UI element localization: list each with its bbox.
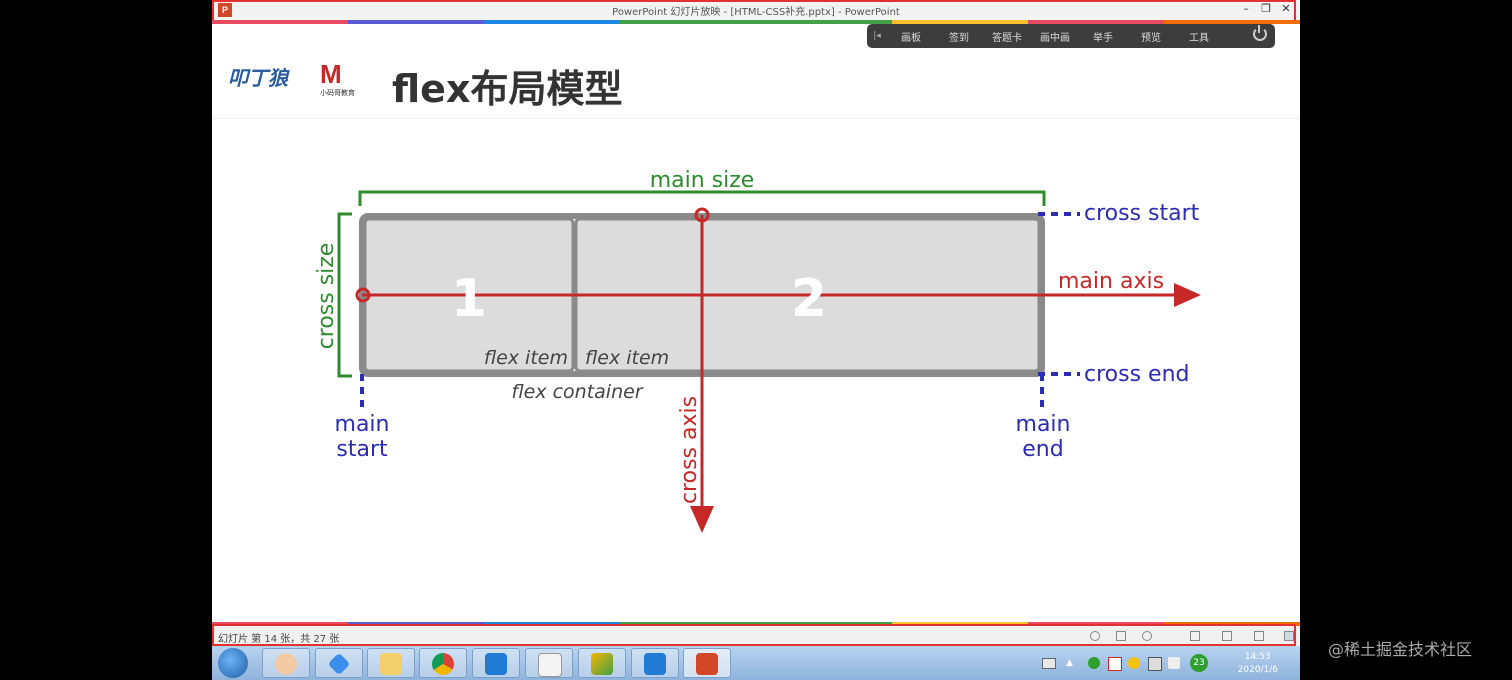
cross-size-bracket xyxy=(337,212,352,378)
system-clock[interactable]: 14:53 2020/1/6 xyxy=(1238,651,1278,677)
powerpoint-icon xyxy=(696,653,718,675)
flex-model-diagram: main size cross size cross start cross e… xyxy=(314,168,1201,533)
folder-icon xyxy=(380,653,402,675)
user-avatar-icon xyxy=(275,653,297,675)
tray-status-icon[interactable] xyxy=(1128,657,1140,669)
chrome-icon xyxy=(432,653,454,675)
main-end-label-2: end xyxy=(1022,437,1063,462)
flex-container-label: flex container xyxy=(511,381,643,403)
tray-badge[interactable]: 23 xyxy=(1190,654,1208,672)
taskbar: ▲ 23 14:53 2020/1/6 xyxy=(212,646,1300,680)
main-end-label-1: main xyxy=(1016,412,1071,437)
main-axis-label: main axis xyxy=(1058,269,1164,294)
taskbar-app-vscode-2[interactable] xyxy=(631,648,679,678)
gallery-icon xyxy=(591,653,613,675)
taskbar-app-typora[interactable] xyxy=(525,648,573,678)
highlight-frame-bottom xyxy=(212,624,1296,646)
flex-item-2-number: 2 xyxy=(791,269,827,329)
clock-time: 14:53 xyxy=(1244,652,1271,662)
cross-start-label: cross start xyxy=(1084,201,1200,226)
main-start-label-1: main xyxy=(335,412,390,437)
taskbar-app-gallery[interactable] xyxy=(578,648,626,678)
watermark: @稀土掘金技术社区 xyxy=(1328,640,1473,659)
cross-size-label: cross size xyxy=(314,243,339,350)
tray-app-icon[interactable] xyxy=(1088,657,1100,669)
vscode-icon xyxy=(485,653,507,675)
volume-icon[interactable] xyxy=(1168,657,1180,669)
taskbar-app-file-explorer[interactable] xyxy=(367,648,415,678)
cross-end-label: cross end xyxy=(1084,362,1189,387)
tray-flag-icon[interactable] xyxy=(1108,657,1122,671)
main-size-label: main size xyxy=(650,168,755,193)
flex-item-2-label: flex item xyxy=(585,347,669,369)
vscode-icon xyxy=(644,653,666,675)
taskbar-app-chrome[interactable] xyxy=(419,648,467,678)
typora-icon xyxy=(538,653,562,677)
system-tray: ▲ 23 14:53 2020/1/6 xyxy=(1042,648,1292,678)
taskbar-app-powerpoint[interactable] xyxy=(683,648,731,678)
main-start-label-2: start xyxy=(336,437,388,462)
flex-item-1-label: flex item xyxy=(484,347,568,369)
network-icon[interactable] xyxy=(1148,657,1162,671)
flex-item-1-number: 1 xyxy=(451,269,487,329)
keyboard-icon[interactable] xyxy=(1042,658,1056,669)
taskbar-app-feishu[interactable] xyxy=(315,648,363,678)
tray-expand-icon[interactable]: ▲ xyxy=(1066,658,1073,668)
taskbar-app-user[interactable] xyxy=(262,648,310,678)
start-button[interactable] xyxy=(218,648,248,678)
cross-axis-label: cross axis xyxy=(677,396,702,504)
clock-date: 2020/1/6 xyxy=(1237,665,1278,675)
screen: P PowerPoint 幻灯片放映 - [HTML-CSS补充.pptx] -… xyxy=(212,0,1300,680)
feishu-icon xyxy=(327,652,351,676)
taskbar-app-vscode[interactable] xyxy=(472,648,520,678)
main-size-bracket xyxy=(358,190,1046,206)
